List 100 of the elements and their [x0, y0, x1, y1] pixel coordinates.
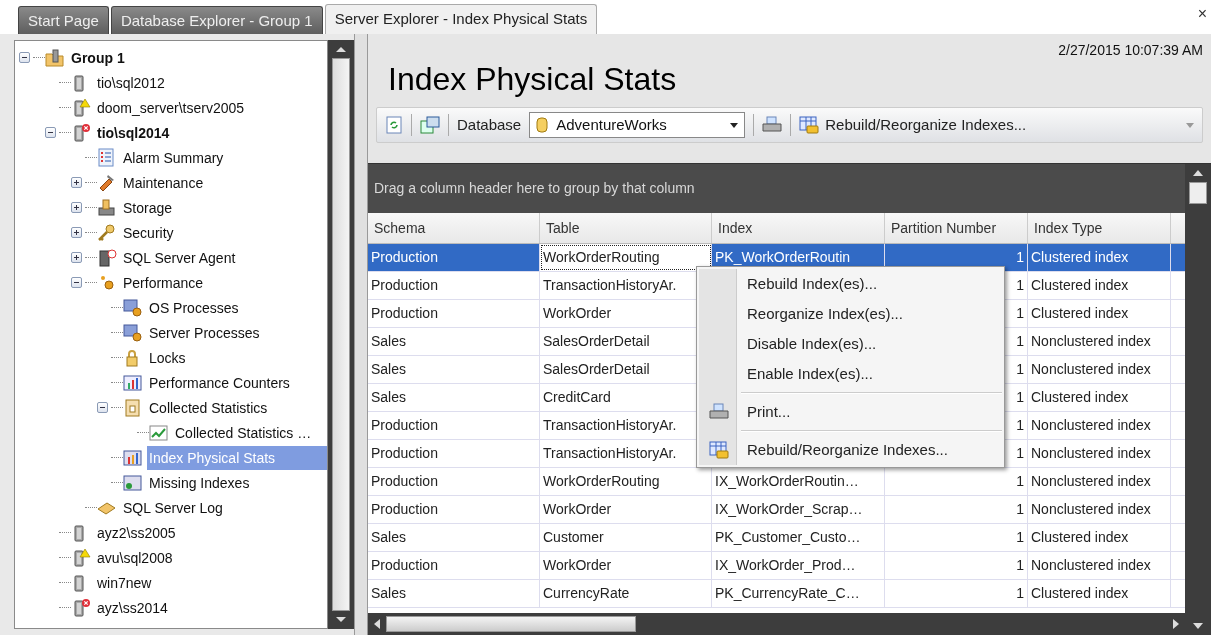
table-cell[interactable]: Production	[368, 496, 540, 523]
collapse-toggle[interactable]	[97, 402, 108, 413]
table-cell[interactable]: Nonclustered index	[1028, 440, 1171, 467]
tree-item[interactable]: Storage	[121, 195, 175, 220]
collapse-toggle[interactable]	[19, 52, 30, 63]
table-cell[interactable]: Sales	[368, 524, 540, 551]
tree-item[interactable]: avu\sql2008	[95, 545, 175, 570]
tree-item[interactable]: Group 1	[69, 45, 127, 70]
table-cell[interactable]: Nonclustered index	[1028, 496, 1171, 523]
tab[interactable]: Database Explorer - Group 1	[110, 6, 323, 34]
column-header[interactable]: Partition Number	[885, 213, 1028, 243]
tree-item[interactable]: Alarm Summary	[121, 145, 226, 170]
table-cell[interactable]: Sales	[368, 328, 540, 355]
table-cell[interactable]: Production	[368, 412, 540, 439]
table-cell[interactable]: Clustered index	[1028, 580, 1171, 607]
table-cell[interactable]: WorkOrder	[540, 496, 712, 523]
table-cell[interactable]: Clustered index	[1028, 272, 1171, 299]
arrow-up-icon[interactable]	[1192, 168, 1204, 178]
tree-item[interactable]: win7new	[95, 570, 154, 595]
expand-toggle[interactable]	[71, 177, 82, 188]
tab[interactable]: Server Explorer - Index Physical Stats	[324, 4, 598, 34]
table-cell[interactable]: Clustered index	[1028, 524, 1171, 551]
tree-item[interactable]: Performance	[121, 270, 206, 295]
table-cell[interactable]: IX_WorkOrder_Prod…	[712, 552, 885, 579]
horizontal-scrollbar[interactable]	[368, 613, 1185, 635]
arrow-left-icon[interactable]	[372, 618, 382, 630]
table-cell[interactable]: Nonclustered index	[1028, 552, 1171, 579]
arrow-right-icon[interactable]	[1171, 618, 1181, 630]
table-row[interactable]: Production WorkOrderRouting IX_WorkOrderRoutin… 1 Nonclustered index	[368, 468, 1185, 496]
table-cell[interactable]: Clustered index	[1028, 300, 1171, 327]
scrollbar-thumb[interactable]	[1189, 182, 1207, 204]
tree-item[interactable]: Locks	[147, 345, 188, 370]
table-cell[interactable]: Production	[368, 552, 540, 579]
refresh-icon[interactable]	[385, 116, 403, 134]
tree-item[interactable]: Security	[121, 220, 176, 245]
table-cell[interactable]: Production	[368, 300, 540, 327]
expand-toggle[interactable]	[71, 252, 82, 263]
table-cell[interactable]: WorkOrder	[540, 552, 712, 579]
table-cell[interactable]: Sales	[368, 356, 540, 383]
tree-item[interactable]: OS Processes	[147, 295, 241, 320]
table-cell[interactable]: Clustered index	[1028, 384, 1171, 411]
tree-item[interactable]: SQL Server Log	[121, 495, 225, 520]
table-cell[interactable]: Production	[368, 440, 540, 467]
close-button[interactable]: ×	[1197, 6, 1207, 22]
tree-item[interactable]: tio\sql2014	[95, 120, 172, 145]
tree-item[interactable]: SQL Server Agent	[121, 245, 238, 270]
arrow-down-icon[interactable]	[1192, 621, 1204, 631]
server-icon	[71, 97, 91, 118]
table-row[interactable]: Sales CurrencyRate PK_CurrencyRate_C… 1 Clustered index	[368, 580, 1185, 608]
table-cell[interactable]: PK_Customer_Custo…	[712, 524, 885, 551]
tree-item[interactable]: Server Processes	[147, 320, 262, 345]
scrollbar-thumb[interactable]	[332, 58, 350, 611]
tree-item[interactable]: Collected Statistics …	[173, 420, 314, 445]
rebuild-reorganize-button[interactable]: Rebuild/Reorganize Indexes...	[799, 113, 1027, 137]
tree-item[interactable]: Collected Statistics	[147, 395, 270, 420]
column-header[interactable]: Table	[540, 213, 712, 243]
table-cell[interactable]: CurrencyRate	[540, 580, 712, 607]
table-cell[interactable]: PK_CurrencyRate_C…	[712, 580, 885, 607]
table-cell[interactable]: IX_WorkOrder_Scrap…	[712, 496, 885, 523]
tree-item[interactable]: tio\sql2012	[95, 70, 167, 95]
table-cell[interactable]: Sales	[368, 384, 540, 411]
tree-item[interactable]: Missing Indexes	[147, 470, 252, 495]
database-dropdown[interactable]: AdventureWorks	[529, 112, 746, 138]
table-row[interactable]: Production WorkOrder IX_WorkOrder_Scrap… 1 Nonclustered index	[368, 496, 1185, 524]
table-cell[interactable]: Nonclustered index	[1028, 356, 1171, 383]
table-row[interactable]: Sales Customer PK_Customer_Custo… 1 Clustered index	[368, 524, 1185, 552]
tree-item[interactable]: ayz\ss2014	[95, 595, 170, 620]
table-cell[interactable]: 1	[885, 524, 1028, 551]
collapse-toggle[interactable]	[45, 127, 56, 138]
table-row[interactable]: Production WorkOrderRouting PK_WorkOrderRoutin 1 Clustered index	[368, 244, 1185, 272]
table-cell[interactable]: Nonclustered index	[1028, 468, 1171, 495]
table-cell[interactable]: Sales	[368, 580, 540, 607]
tree-item[interactable]: Maintenance	[121, 170, 206, 195]
table-cell[interactable]: WorkOrderRouting	[540, 244, 712, 271]
print-button[interactable]	[762, 116, 783, 134]
expand-toggle[interactable]	[71, 202, 82, 213]
columns-icon[interactable]	[420, 116, 440, 134]
tab[interactable]: Start Page	[18, 6, 109, 34]
column-header[interactable]: Schema	[368, 213, 540, 243]
table-cell[interactable]: 1	[885, 496, 1028, 523]
table-cell[interactable]: Clustered index	[1028, 244, 1171, 271]
table-cell[interactable]: 1	[885, 580, 1028, 607]
column-header[interactable]: Index	[712, 213, 885, 243]
column-header[interactable]: Index Type	[1028, 213, 1171, 243]
collapse-toggle[interactable]	[71, 277, 82, 288]
scrollbar-thumb[interactable]	[386, 616, 636, 632]
table-cell[interactable]: Nonclustered index	[1028, 412, 1171, 439]
table-cell[interactable]: Customer	[540, 524, 712, 551]
tree-item[interactable]: doom_server\tserv2005	[95, 95, 247, 120]
table-cell[interactable]: Nonclustered index	[1028, 328, 1171, 355]
table-cell[interactable]: Production	[368, 468, 540, 495]
scrollbar[interactable]	[328, 40, 354, 629]
vertical-scrollbar[interactable]	[1185, 164, 1211, 635]
table-pencil-icon	[709, 441, 729, 459]
tree-item[interactable]: ayz2\ss2005	[95, 520, 178, 545]
table-cell[interactable]: 1	[885, 552, 1028, 579]
tree-item[interactable]: Performance Counters	[147, 370, 292, 395]
table-row[interactable]: Production WorkOrder IX_WorkOrder_Prod… 1 Nonclustered index	[368, 552, 1185, 580]
expand-toggle[interactable]	[71, 227, 82, 238]
table-cell[interactable]: Production	[368, 272, 540, 299]
